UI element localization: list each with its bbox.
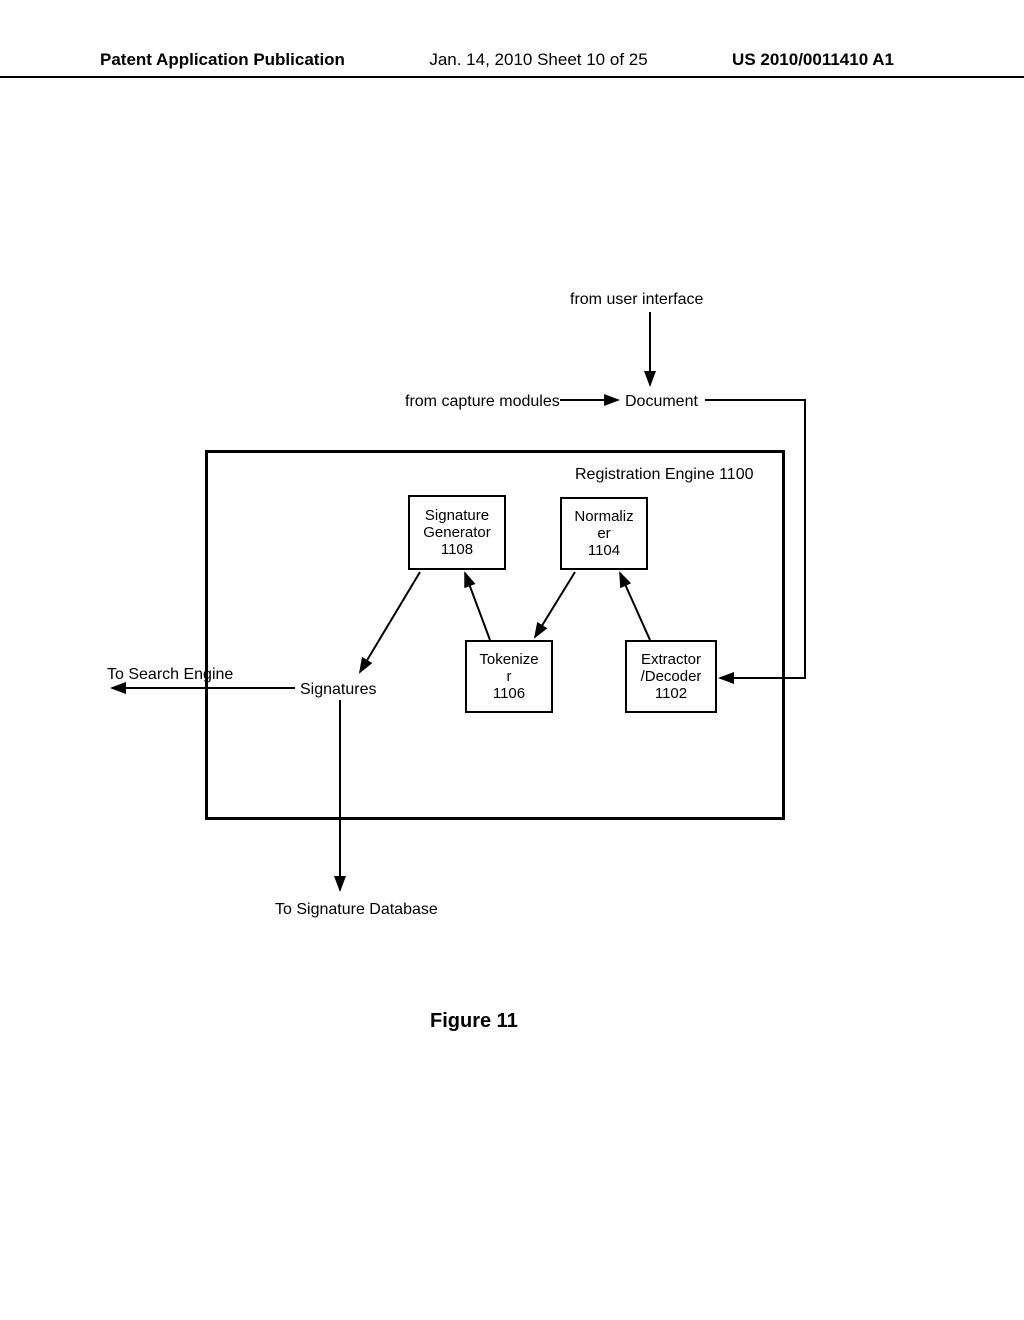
arrows-svg (0, 0, 1024, 1320)
diagram-canvas: from user interface from capture modules… (0, 0, 1024, 1320)
